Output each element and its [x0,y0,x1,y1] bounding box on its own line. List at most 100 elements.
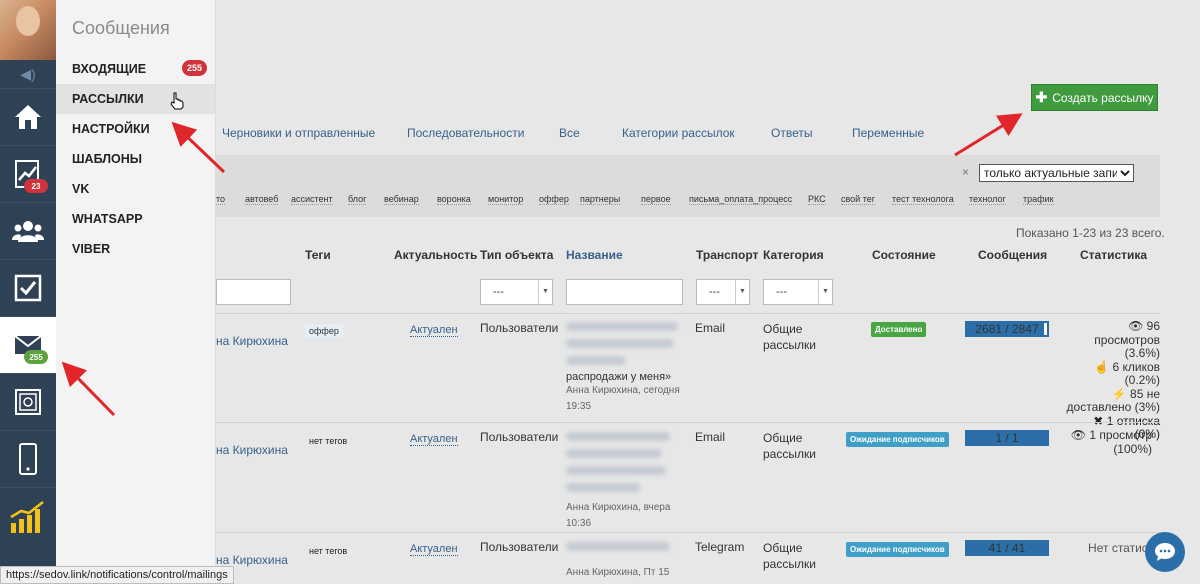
owner-filter-input[interactable] [216,279,291,305]
analytics-icon[interactable] [0,487,56,544]
col-actuality: Актуальность [394,248,478,262]
owner-link[interactable]: на Кирюхина [216,334,288,348]
clear-filter-icon[interactable]: × [962,165,969,179]
tag-filter[interactable]: РКС [808,194,826,205]
mailing-author: Анна Кирюхина, сегодня 19:35 [566,385,680,412]
results-summary: Показано 1-23 из 23 всего. [1016,226,1165,240]
chart-icon[interactable]: 23 [0,145,56,202]
menu-item-label: WHATSAPP [72,212,143,226]
owner-link[interactable]: на Кирюхина [216,553,288,567]
tab-categories[interactable]: Категории рассылок [622,126,735,140]
status-badge: Ожидание подписчиков [846,432,949,447]
menu-item-inbox[interactable]: ВХОДЯЩИЕ 255 [56,54,215,84]
browser-status-url: https://sedov.link/notifications/control… [0,566,234,584]
checkbox-icon[interactable] [0,259,56,316]
tag-filter[interactable]: воронка [437,194,471,205]
icon-rail: ◀) 23 255 [0,0,56,584]
tag-filter[interactable]: первое [641,194,671,205]
mailing-name[interactable]: распродажи у меня» Анна Кирюхина, сегодн… [566,322,684,415]
col-category: Категория [763,248,824,262]
menu-item-label: НАСТРОЙКИ [72,122,150,136]
tag-filter[interactable]: автовеб [245,194,279,205]
menu-item-vk[interactable]: VK [56,174,215,204]
clicks-stat[interactable]: ☝ 6 кликов (0.2%) [1066,360,1160,388]
phone-icon[interactable] [0,430,56,487]
category: Общие рассылки [763,541,816,571]
tag-filter[interactable]: вебинар [384,194,419,205]
menu-item-label: ШАБЛОНЫ [72,152,143,166]
tag-filter[interactable]: письма_оплата_процесс [689,194,793,205]
menu-item-mailings[interactable]: РАССЫЛКИ [56,84,215,114]
tab-replies[interactable]: Ответы [771,126,812,140]
mail-icon[interactable]: 255 [0,316,56,373]
messages-progress: 2681 / 2847 [965,321,1049,337]
status-badge: Доставлено [871,322,927,337]
row-tag: оффер [305,324,343,338]
menu-item-templates[interactable]: ШАБЛОНЫ [56,144,215,174]
category-filter-select[interactable]: --- ▼ [763,279,833,305]
table-row[interactable]: на Кирюхина нет тегов Актуален Пользоват… [216,422,1160,532]
mailing-author: Анна Кирюхина, Пт 15 Апр [566,567,670,584]
mailing-name[interactable]: Анна Кирюхина, вчера 10:36 [566,432,684,532]
hand-cursor-icon [170,92,184,110]
avatar[interactable] [0,0,56,60]
messages-progress: 41 / 41 [965,540,1049,556]
tag-filter[interactable]: оффер [539,194,569,205]
object-type: Пользователи [480,430,559,444]
views-stat[interactable]: 👁 96 просмотров (3.6%) [1066,319,1160,361]
transport-filter-select[interactable]: --- ▼ [696,279,750,305]
actuality-link[interactable]: Актуален [410,324,458,337]
create-mailing-button[interactable]: ✚ Создать рассылку [1031,84,1158,111]
undelivered-stat[interactable]: ⚡ 85 не доставлено (3%) [1066,387,1160,415]
menu-item-whatsapp[interactable]: WHATSAPP [56,204,215,234]
actuality-link[interactable]: Актуален [410,543,458,556]
status-badge: Ожидание подписчиков [846,542,949,557]
tab-variables[interactable]: Переменные [852,126,924,140]
chevron-down-icon: ▼ [818,280,832,304]
actuality-link[interactable]: Актуален [410,433,458,446]
tag-filter[interactable]: свой тег [841,194,876,205]
col-state: Состояние [872,248,936,262]
mailing-name[interactable]: Анна Кирюхина, Пт 15 Апр [566,542,684,584]
tab-sequences[interactable]: Последовательности [407,126,524,140]
actuality-filter-select[interactable]: только актуальные записи [979,164,1134,182]
transport: Email [695,430,726,444]
category: Общие рассылки [763,431,816,461]
create-mailing-label: Создать рассылку [1052,90,1154,105]
tag-filter[interactable]: блог [348,194,367,205]
col-type: Тип объекта [480,248,554,262]
safe-icon[interactable] [0,373,56,430]
home-icon[interactable] [0,88,56,145]
tab-all[interactable]: Все [559,126,580,140]
col-name[interactable]: Название [566,248,623,262]
tag-filter[interactable]: тест технолога [892,194,954,205]
chat-button[interactable] [1145,532,1185,572]
speaker-icon[interactable]: ◀) [0,60,56,88]
name-filter-input[interactable] [566,279,683,305]
main-content: ✚ Создать рассылку Черновики и отправлен… [216,0,1200,584]
table-row[interactable]: на Кирюхина нет тегов Актуален Пользоват… [216,532,1160,584]
chevron-down-icon: ▼ [538,280,552,304]
tag-filter[interactable]: то [216,194,226,205]
col-stats: Статистика [1080,248,1148,262]
tag-filter[interactable]: технолог [969,194,1006,205]
messages-progress: 1 / 1 [965,430,1049,446]
menu-item-settings[interactable]: НАСТРОЙКИ [56,114,215,144]
tab-drafts[interactable]: Черновики и отправленные [222,126,375,140]
menu-item-viber[interactable]: VIBER [56,234,215,264]
tag-filter[interactable]: партнеры [580,194,621,205]
views-stat[interactable]: 👁 1 просмотр (100%) [1066,428,1152,456]
statistics: 👁 1 просмотр (100%) [1066,428,1152,456]
type-filter-select[interactable]: --- ▼ [480,279,553,305]
tag-filter[interactable]: трафик [1023,194,1054,205]
tag-filter[interactable]: монитор [488,194,524,205]
mailing-author: Анна Кирюхина, вчера 10:36 [566,502,671,529]
row-tag: нет тегов [309,436,348,446]
object-type: Пользователи [480,321,559,335]
tag-filter[interactable]: ассистент [291,194,333,205]
users-icon[interactable] [0,202,56,259]
table-row[interactable]: на Кирюхина оффер Актуален Пользователи … [216,313,1160,441]
col-tags: Теги [305,248,331,262]
chart-badge: 23 [24,179,48,193]
owner-link[interactable]: на Кирюхина [216,443,288,457]
